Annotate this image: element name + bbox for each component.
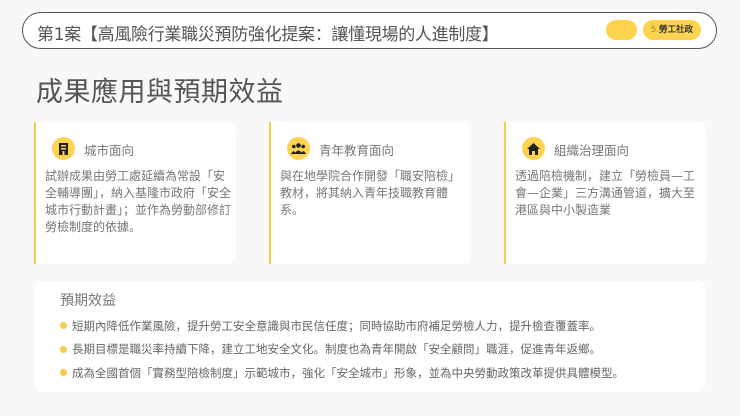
card-title: 組織治理面向: [554, 143, 630, 158]
card-body: 試辦成果由勞工處延續為常設「安全輔導團」，納入基隆市政府「安全城市行動計畫」；並…: [45, 169, 232, 234]
card-youth-education: 青年教育面向 與在地學院合作開發「職安陪檢」教材，將其納入青年技職教育體系。: [269, 122, 471, 264]
building-icon: [52, 137, 75, 160]
blank-pill: [606, 20, 637, 40]
card-title: 青年教育面向: [319, 143, 395, 158]
benefits-title: 預期效益: [60, 293, 116, 309]
list-item: 成為全國首個「實務型陪檢制度」示範城市，強化「安全城市」形象，並為中央勞動政策改…: [60, 361, 624, 385]
card-body: 與在地學院合作開發「職安陪檢」教材，將其納入青年技職教育體系。: [280, 169, 461, 217]
bullet-icon: [60, 345, 67, 353]
card-city: 城市面向 試辦成果由勞工處延續為常設「安全輔導團」，納入基隆市政府「安全城市行動…: [34, 122, 236, 264]
benefits-list: 短期內降低作業風險，提升勞工安全意識與市民信任度；同時協助市府補足勞檢人力，提升…: [60, 314, 624, 385]
bullet-icon: [60, 322, 67, 330]
list-item: 短期內降低作業風險，提升勞工安全意識與市民信任度；同時協助市府補足勞檢人力，提升…: [60, 314, 624, 338]
users-icon: [287, 137, 310, 160]
proposal-title: 第1案【高風險行業職災預防強化提案：讓懂現場的人進制度】: [37, 25, 499, 45]
list-item: 長期目標是職災率持續下降，建立工地安全文化。制度也為青年開啟「安全顧問」職涯，促…: [60, 338, 624, 362]
header-bar: 第1案【高風險行業職災預防強化提案：讓懂現場的人進制度】 5.勞工社政: [22, 12, 717, 49]
card-title: 城市面向: [84, 143, 135, 158]
home-icon: [522, 137, 545, 160]
card-governance: 組織治理面向 透過陪檢機制，建立「勞檢員—工會—企業」三方溝通管道，擴大至港區與…: [504, 122, 706, 264]
page-title: 成果應用與預期效益: [36, 77, 284, 108]
card-body: 透過陪檢機制，建立「勞檢員—工會—企業」三方溝通管道，擴大至港區與中小製造業: [515, 169, 696, 217]
category-tag: 5.勞工社政: [643, 20, 701, 40]
expected-benefits-panel: 預期效益 短期內降低作業風險，提升勞工安全意識與市民信任度；同時協助市府補足勞檢…: [34, 281, 705, 392]
bullet-icon: [60, 369, 67, 377]
